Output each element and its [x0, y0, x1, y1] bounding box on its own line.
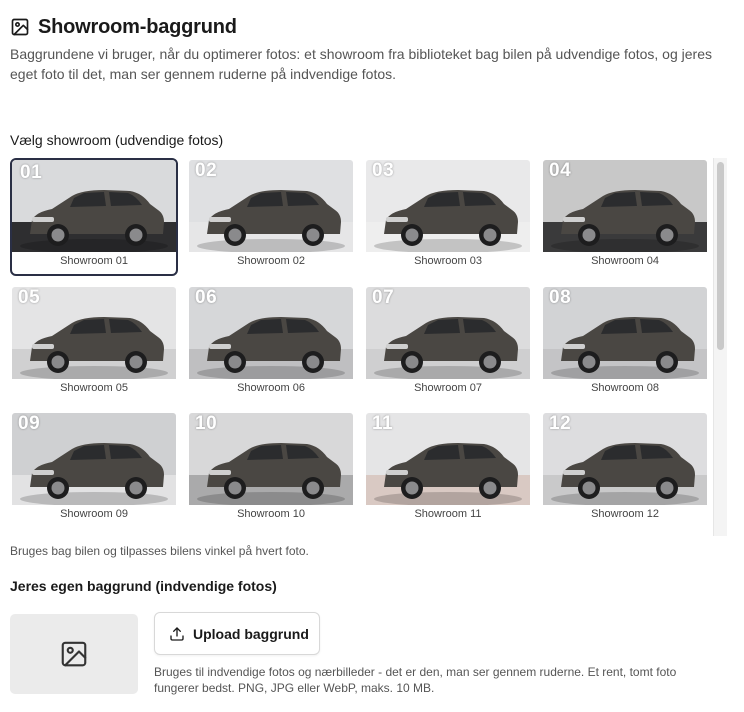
page-description: Baggrundene vi bruger, når du optimerer … [10, 46, 712, 82]
image-placeholder-icon [61, 641, 87, 667]
showroom-number: 12 [549, 413, 572, 434]
page-header: Showroom-baggrund Baggrundene vi bruger,… [10, 14, 734, 84]
showroom-number: 01 [20, 162, 43, 183]
showroom-caption: Showroom 01 [60, 255, 128, 267]
showroom-hint: Bruges bag bilen og tilpasses bilens vin… [10, 544, 309, 558]
showroom-tile[interactable]: 05 Showroom 05 [10, 285, 178, 403]
showroom-tile[interactable]: 08 Showroom 08 [541, 285, 709, 403]
upload-background-button[interactable]: Upload baggrund [154, 612, 320, 655]
showroom-caption: Showroom 03 [414, 255, 482, 267]
showroom-caption: Showroom 12 [591, 508, 659, 520]
showroom-caption: Showroom 04 [591, 255, 659, 267]
showroom-number: 02 [195, 160, 218, 181]
image-icon [11, 18, 29, 36]
showroom-number: 03 [372, 160, 395, 181]
showroom-tile[interactable]: 04 Showroom 04 [541, 158, 709, 276]
showroom-caption: Showroom 09 [60, 508, 128, 520]
showroom-tile[interactable]: 07 Showroom 07 [364, 285, 532, 403]
title-row: Showroom-baggrund [10, 14, 734, 40]
scrollbar-thumb[interactable] [717, 162, 724, 350]
showroom-number: 04 [549, 160, 572, 181]
showroom-number: 06 [195, 286, 218, 308]
showroom-number: 05 [18, 286, 41, 308]
upload-icon [170, 626, 184, 641]
showroom-caption: Showroom 10 [237, 508, 305, 520]
showroom-caption: Showroom 11 [414, 508, 482, 520]
showroom-caption: Showroom 02 [237, 255, 305, 267]
upload-help-text: Bruges til indvendige fotos og nærbilled… [154, 665, 677, 695]
showroom-number: 10 [195, 413, 218, 434]
showroom-tile[interactable]: 03 Showroom 03 [364, 158, 532, 276]
showroom-number: 08 [549, 286, 572, 308]
showroom-tile[interactable]: 09 Showroom 09 [10, 411, 178, 529]
showroom-section-label: Vælg showroom (udvendige fotos) [10, 132, 224, 148]
showroom-caption: Showroom 07 [414, 381, 482, 394]
showroom-caption: Showroom 08 [591, 381, 659, 394]
showroom-tile[interactable]: 01 Showroom 01 [10, 158, 178, 276]
grid-scrollbar[interactable] [713, 158, 727, 536]
interior-background-preview [10, 614, 138, 694]
showroom-grid[interactable]: 01 Showroom 01 02 Showroom 02 03 Showroom 03 0… [10, 158, 730, 536]
showroom-tile[interactable]: 12 Showroom 12 [541, 411, 709, 529]
showroom-tile[interactable]: 02 Showroom 02 [187, 158, 355, 276]
upload-button-label: Upload baggrund [193, 625, 309, 642]
showroom-number: 07 [372, 286, 395, 308]
showroom-tile[interactable]: 11 Showroom 11 [364, 411, 532, 529]
page-title: Showroom-baggrund [38, 15, 237, 38]
showroom-number: 09 [18, 413, 41, 434]
showroom-tile[interactable]: 06 Showroom 06 [187, 285, 355, 403]
showroom-number: 11 [372, 413, 394, 434]
showroom-caption: Showroom 05 [60, 381, 128, 394]
showroom-tile[interactable]: 10 Showroom 10 [187, 411, 355, 529]
interior-section-label: Jeres egen baggrund (indvendige fotos) [10, 578, 277, 594]
showroom-caption: Showroom 06 [237, 381, 305, 394]
